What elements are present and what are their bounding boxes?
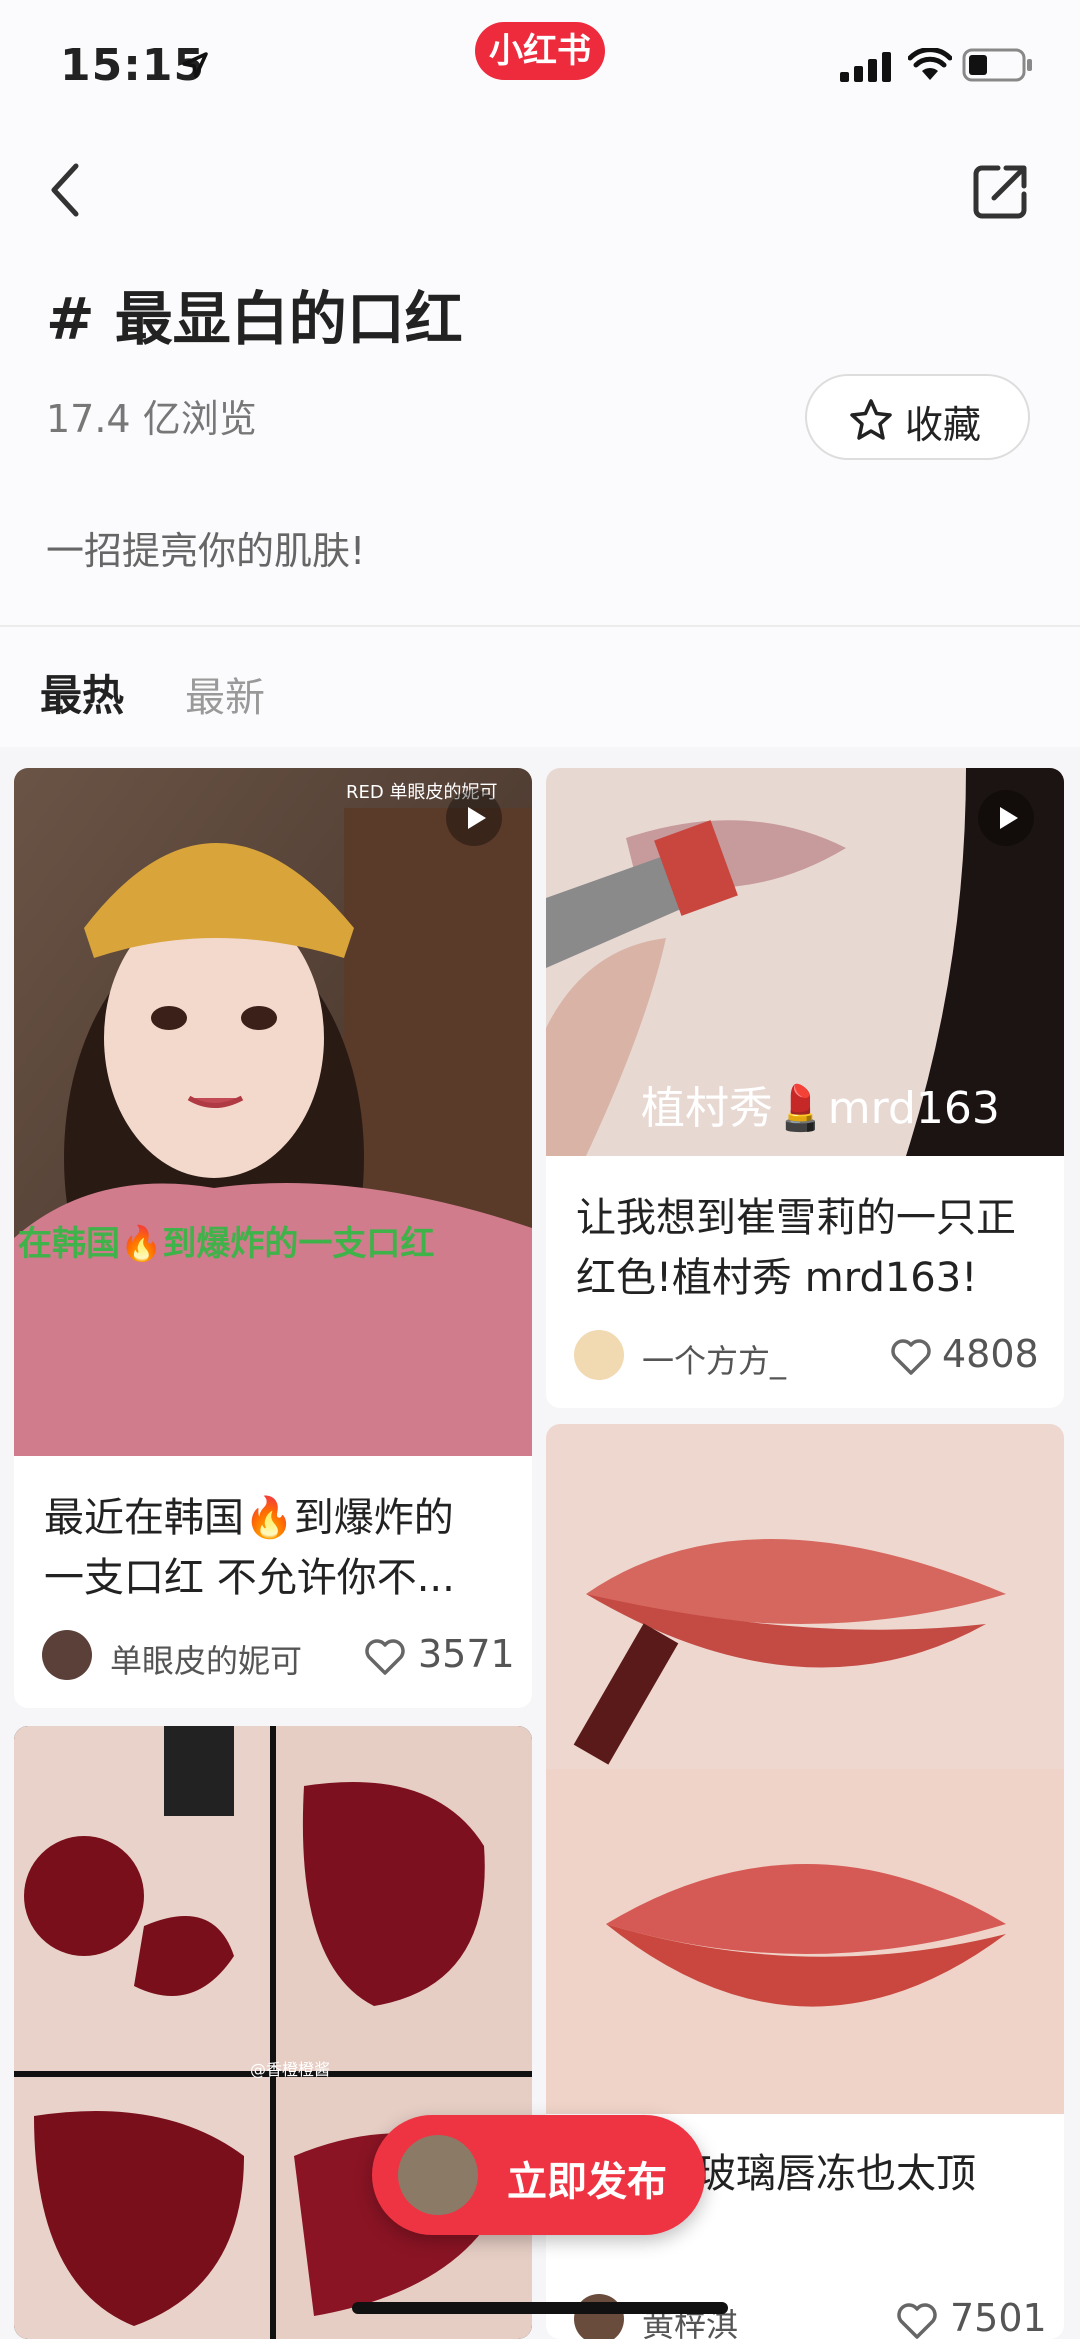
signal-icon [840, 52, 891, 82]
collect-label: 收藏 [905, 403, 982, 447]
note-card[interactable]: 植村秀💄mrd163 让我想到崔雪莉的一只正 红色!植村秀 mrd163! 一个… [546, 768, 1064, 1408]
share-icon[interactable] [970, 160, 1032, 222]
note-cover-image [14, 1726, 532, 2339]
avatar[interactable] [574, 1330, 624, 1380]
heart-icon[interactable] [890, 1338, 932, 1376]
publish-label: 立即发布 [507, 2159, 667, 2205]
avatar[interactable] [42, 1630, 92, 1680]
app-logo: 小红书 [475, 22, 605, 80]
avatar [398, 2135, 478, 2215]
note-card[interactable]: @香橙橙酱 [14, 1726, 532, 2339]
heart-icon[interactable] [896, 2302, 938, 2339]
play-icon[interactable] [446, 790, 502, 846]
card-watermark: @香橙橙酱 [250, 2060, 331, 2079]
card-author[interactable]: 单眼皮的妮可 [110, 1636, 302, 1682]
collect-button[interactable]: 收藏 [805, 374, 1030, 460]
note-cover-image [14, 768, 532, 1456]
back-icon[interactable] [46, 160, 86, 220]
card-author[interactable]: 一个方方_ [642, 1336, 786, 1382]
wifi-icon [908, 48, 952, 80]
card-title-line2: 红色!植村秀 mrd163! [576, 1255, 978, 1301]
card-title: 玻璃唇冻也太顶 [696, 2151, 976, 2197]
like-count: 3571 [418, 1632, 515, 1676]
location-arrow-icon [182, 52, 208, 78]
note-cover-image [546, 1424, 1064, 2114]
card-overlay-text: 在韩国🔥到爆炸的一支口红 [18, 1224, 435, 1264]
page-title: # 最显白的口红 [46, 285, 463, 353]
view-count: 17.4 亿浏览 [46, 397, 257, 441]
publish-button[interactable]: 立即发布 [372, 2115, 705, 2235]
home-indicator[interactable] [352, 2302, 728, 2314]
tab-new[interactable]: 最新 [185, 665, 265, 723]
card-overlay-text: 植村秀💄mrd163 [641, 1083, 1000, 1134]
topic-description: 一招提亮你的肌肤! [46, 529, 366, 573]
card-title-line1: 最近在韩国🔥到爆炸的 [44, 1495, 454, 1541]
play-icon[interactable] [978, 790, 1034, 846]
card-title-line1: 让我想到崔雪莉的一只正 [576, 1195, 1016, 1241]
tab-hot[interactable]: 最热 [40, 662, 124, 723]
heart-icon[interactable] [364, 1638, 406, 1676]
avatar[interactable] [574, 2294, 624, 2339]
like-count: 7501 [950, 2296, 1047, 2339]
battery-icon [962, 48, 1032, 82]
star-icon [850, 399, 892, 440]
card-title-line2: 一支口红 不允许你不... [44, 1555, 455, 1601]
like-count: 4808 [942, 1332, 1039, 1376]
note-card[interactable]: 在韩国🔥到爆炸的一支口红 RED 单眼皮的妮可 最近在韩国🔥到爆炸的 一支口红 … [14, 768, 532, 1708]
tab-bar [0, 627, 1080, 747]
